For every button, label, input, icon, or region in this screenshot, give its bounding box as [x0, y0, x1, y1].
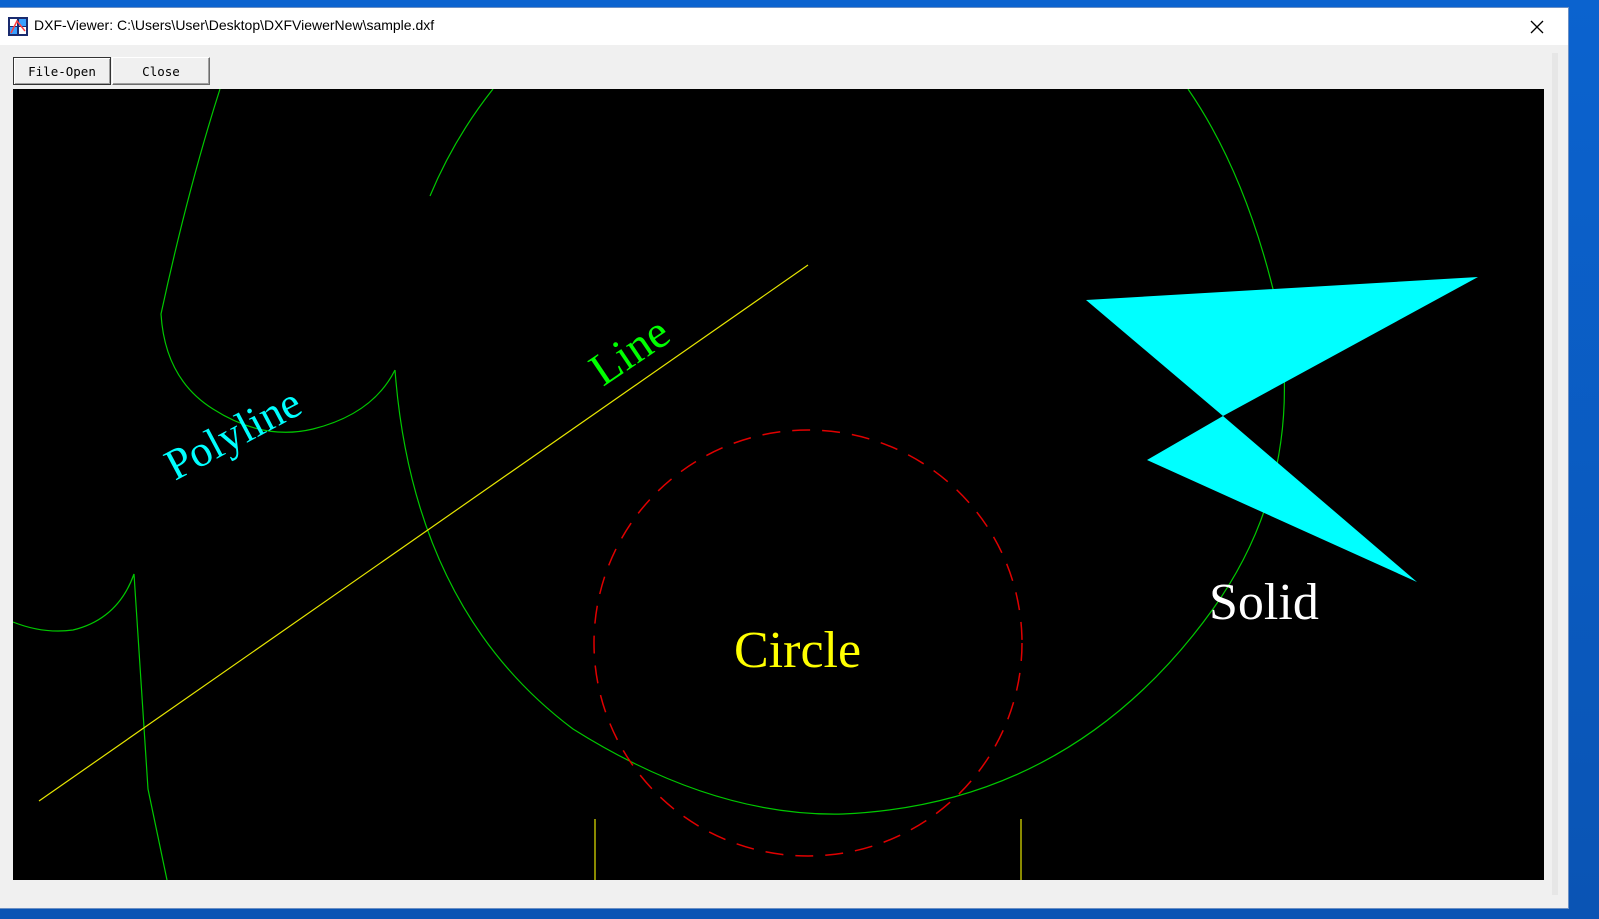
cyan-solid-upper [1086, 277, 1478, 416]
window-close-button[interactable] [1506, 8, 1568, 45]
label-polyline: Polyline [157, 378, 310, 490]
green-large-arc [394, 89, 1285, 815]
window-right-edge [1552, 53, 1558, 895]
close-button[interactable]: Close [112, 57, 210, 85]
cyan-solid-lower [1147, 416, 1417, 582]
app-window: DXF-Viewer: C:\Users\User\Desktop\DXFVie… [0, 8, 1568, 908]
dxf-viewer-app-icon [8, 17, 28, 36]
title-bar[interactable]: DXF-Viewer: C:\Users\User\Desktop\DXFVie… [0, 8, 1568, 45]
window-title: DXF-Viewer: C:\Users\User\Desktop\DXFVie… [34, 17, 435, 33]
green-polyline-upper [160, 89, 396, 433]
label-solid: Solid [1209, 574, 1319, 631]
green-circle-arc [429, 89, 494, 197]
file-open-button[interactable]: File-Open [13, 57, 111, 85]
label-circle: Circle [734, 622, 861, 679]
label-line: Line [580, 306, 678, 395]
close-icon [1530, 20, 1544, 33]
dxf-drawing: Polyline Line Circle Solid [13, 89, 1478, 880]
green-polyline-lower [13, 573, 168, 880]
drawing-canvas[interactable]: Polyline Line Circle Solid [13, 89, 1544, 880]
yellow-line [38, 264, 809, 802]
